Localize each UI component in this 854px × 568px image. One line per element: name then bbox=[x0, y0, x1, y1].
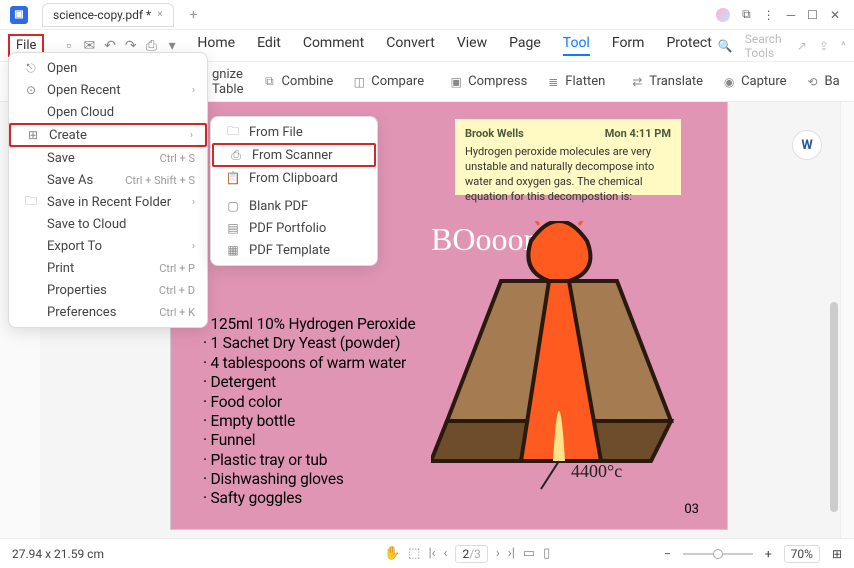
note-time: Mon 4:11 PM bbox=[605, 127, 671, 140]
maximize-icon[interactable]: ☐ bbox=[807, 8, 818, 22]
create-pdf-portfolio[interactable]: ▤PDF Portfolio bbox=[211, 217, 377, 239]
main-tabs: Home Edit Comment Convert View Page Tool… bbox=[197, 35, 711, 56]
view-mode-icon[interactable]: ⊞ bbox=[832, 547, 842, 561]
file-save-recent-folder[interactable]: 🗀Save in Recent Folder› bbox=[9, 191, 207, 213]
add-tab-button[interactable]: + bbox=[190, 7, 198, 23]
zoom-value[interactable]: 70% bbox=[784, 545, 820, 563]
share-icon[interactable]: ⇪ bbox=[819, 39, 829, 53]
material-item: Funnel bbox=[203, 431, 415, 450]
file-save-cloud[interactable]: Save to Cloud bbox=[9, 213, 207, 235]
search-tools-placeholder[interactable]: Search Tools bbox=[745, 32, 785, 60]
close-window-icon[interactable]: ✕ bbox=[830, 8, 840, 22]
tool-recognize-table[interactable]: gnize Table bbox=[212, 67, 243, 97]
tab-convert[interactable]: Convert bbox=[386, 35, 435, 56]
tab-page[interactable]: Page bbox=[509, 35, 541, 56]
create-submenu: 🗀From File ⎙From Scanner 📋From Clipboard… bbox=[210, 116, 378, 266]
page-dimensions: 27.94 x 21.59 cm bbox=[12, 547, 104, 561]
create-from-file[interactable]: 🗀From File bbox=[211, 121, 377, 143]
scrollbar-thumb[interactable] bbox=[830, 302, 838, 512]
copy-icon[interactable]: ⧉ bbox=[742, 7, 751, 22]
tool-capture[interactable]: ◉Capture bbox=[715, 72, 792, 92]
tool-combine[interactable]: ⧉Combine bbox=[255, 72, 339, 92]
zoom-out-icon[interactable]: − bbox=[664, 547, 671, 561]
flatten-icon: ≣ bbox=[545, 74, 561, 90]
tool-flatten[interactable]: ≣Flatten bbox=[539, 72, 611, 92]
volcano-illustration bbox=[431, 221, 687, 491]
translate-icon: ⇄ bbox=[629, 74, 645, 90]
compare-icon: ◫ bbox=[351, 74, 367, 90]
file-dropdown-menu: ⎋Open ⊙Open Recent› Open Cloud ⊞Create› … bbox=[8, 52, 208, 328]
file-properties[interactable]: PropertiesCtrl + D bbox=[9, 279, 207, 301]
title-bar: ▣ science-copy.pdf * × + ⧉ ⋮ ─ ☐ ✕ bbox=[0, 0, 854, 30]
next-page-icon[interactable]: › bbox=[496, 546, 500, 561]
status-bar: 27.94 x 21.59 cm ✋ ⬚ |‹ ‹ 2/3 › ›| ▭ ▯ −… bbox=[0, 538, 854, 568]
page-number-input[interactable]: 2/3 bbox=[455, 545, 487, 563]
create-blank-pdf[interactable]: ▢Blank PDF bbox=[211, 195, 377, 217]
tab-tool[interactable]: Tool bbox=[563, 35, 590, 56]
file-save[interactable]: SaveCtrl + S bbox=[9, 147, 207, 169]
back-icon: ⟲ bbox=[805, 74, 821, 90]
compress-icon: ▣ bbox=[448, 74, 464, 90]
file-save-as[interactable]: Save AsCtrl + Shift + S bbox=[9, 169, 207, 191]
material-item: Safty goggles bbox=[203, 489, 415, 508]
note-body: Hydrogen peroxide molecules are very uns… bbox=[465, 145, 671, 204]
file-print[interactable]: PrintCtrl + P bbox=[9, 257, 207, 279]
material-item: 4 tablespoons of warm water bbox=[203, 354, 415, 373]
capture-icon: ◉ bbox=[721, 74, 737, 90]
kebab-icon[interactable]: ⋮ bbox=[763, 8, 775, 22]
tool-back-frag[interactable]: ⟲Ba bbox=[799, 72, 846, 92]
tab-protect[interactable]: Protect bbox=[666, 35, 711, 56]
fit-page-icon[interactable]: ▯ bbox=[543, 546, 550, 561]
material-item: Detergent bbox=[203, 373, 415, 392]
fit-width-icon[interactable]: ▭ bbox=[523, 546, 535, 561]
assistant-icon[interactable] bbox=[716, 8, 730, 22]
tool-compress[interactable]: ▣Compress bbox=[442, 72, 533, 92]
search-icon[interactable]: 🔍 bbox=[718, 39, 733, 53]
first-page-icon[interactable]: |‹ bbox=[428, 546, 435, 561]
hand-tool-icon[interactable]: ✋ bbox=[384, 546, 400, 561]
tab-title: science-copy.pdf * bbox=[53, 8, 151, 22]
file-open-recent[interactable]: ⊙Open Recent› bbox=[9, 79, 207, 101]
tab-view[interactable]: View bbox=[457, 35, 487, 56]
material-item: Empty bottle bbox=[203, 412, 415, 431]
tab-edit[interactable]: Edit bbox=[257, 35, 281, 56]
file-preferences[interactable]: PreferencesCtrl + K bbox=[9, 301, 207, 323]
select-tool-icon[interactable]: ⬚ bbox=[408, 546, 420, 561]
zoom-knob[interactable] bbox=[713, 549, 723, 559]
collapse-ribbon-icon[interactable]: ^ bbox=[841, 39, 846, 53]
create-from-clipboard[interactable]: 📋From Clipboard bbox=[211, 167, 377, 189]
file-open-cloud[interactable]: Open Cloud bbox=[9, 101, 207, 123]
materials-list: 125ml 10% Hydrogen Peroxide 1 Sachet Dry… bbox=[203, 315, 415, 509]
word-export-badge[interactable]: W bbox=[792, 130, 822, 160]
note-author: Brook Wells bbox=[465, 127, 524, 140]
file-export-to[interactable]: Export To› bbox=[9, 235, 207, 257]
prev-page-icon[interactable]: ‹ bbox=[444, 546, 448, 561]
zoom-in-icon[interactable]: + bbox=[765, 547, 772, 561]
material-item: Dishwashing gloves bbox=[203, 470, 415, 489]
material-item: 125ml 10% Hydrogen Peroxide bbox=[203, 315, 415, 334]
right-gutter bbox=[840, 102, 854, 538]
close-tab-icon[interactable]: × bbox=[157, 9, 162, 20]
zoom-slider[interactable] bbox=[683, 553, 753, 555]
file-create[interactable]: ⊞Create› bbox=[9, 123, 207, 147]
app-icon: ▣ bbox=[10, 6, 28, 24]
combine-icon: ⧉ bbox=[261, 74, 277, 90]
document-tab[interactable]: science-copy.pdf * × bbox=[42, 3, 174, 27]
material-item: 1 Sachet Dry Yeast (powder) bbox=[203, 334, 415, 353]
material-item: Food color bbox=[203, 393, 415, 412]
tool-translate[interactable]: ⇄Translate bbox=[623, 72, 709, 92]
last-page-icon[interactable]: ›| bbox=[508, 546, 515, 561]
tab-form[interactable]: Form bbox=[612, 35, 645, 56]
external-link-icon[interactable]: ↗ bbox=[797, 39, 807, 53]
sticky-note[interactable]: Brook Wells Mon 4:11 PM Hydrogen peroxid… bbox=[455, 119, 681, 195]
tool-compare[interactable]: ◫Compare bbox=[345, 72, 430, 92]
create-pdf-template[interactable]: ▦PDF Template bbox=[211, 239, 377, 261]
file-open[interactable]: ⎋Open bbox=[9, 57, 207, 79]
temperature-label: 4400°c bbox=[571, 461, 622, 482]
page-number-label: 03 bbox=[684, 502, 699, 517]
tab-comment[interactable]: Comment bbox=[303, 35, 364, 56]
create-from-scanner[interactable]: ⎙From Scanner bbox=[212, 143, 376, 167]
material-item: Plastic tray or tub bbox=[203, 451, 415, 470]
minimize-icon[interactable]: ─ bbox=[787, 8, 796, 22]
